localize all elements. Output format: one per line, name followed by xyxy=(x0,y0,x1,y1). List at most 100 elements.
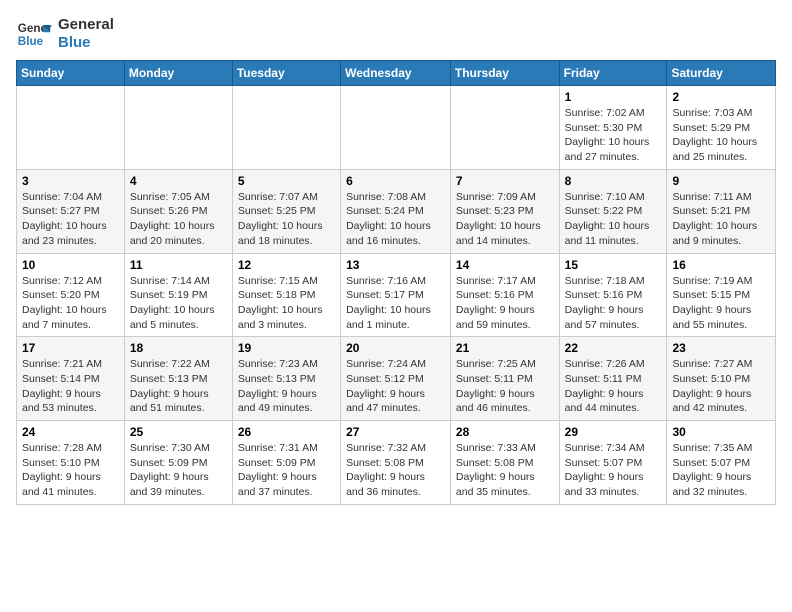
day-info: Sunrise: 7:08 AM Sunset: 5:24 PM Dayligh… xyxy=(346,190,445,249)
calendar-cell: 30 Sunrise: 7:35 AM Sunset: 5:07 PM Dayli… xyxy=(667,421,776,505)
day-info: Sunrise: 7:03 AM Sunset: 5:29 PM Dayligh… xyxy=(672,106,770,165)
day-number: 11 xyxy=(130,258,227,272)
logo-general-text: General xyxy=(58,16,114,34)
calendar-cell xyxy=(341,86,451,170)
calendar-cell: 9 Sunrise: 7:11 AM Sunset: 5:21 PM Daylig… xyxy=(667,169,776,253)
calendar-cell: 29 Sunrise: 7:34 AM Sunset: 5:07 PM Dayli… xyxy=(559,421,667,505)
day-number: 5 xyxy=(238,174,335,188)
day-number: 15 xyxy=(565,258,662,272)
weekday-header-thursday: Thursday xyxy=(450,61,559,86)
day-info: Sunrise: 7:16 AM Sunset: 5:17 PM Dayligh… xyxy=(346,274,445,333)
day-info: Sunrise: 7:35 AM Sunset: 5:07 PM Dayligh… xyxy=(672,441,770,500)
logo-blue-text: Blue xyxy=(58,34,114,52)
calendar-cell: 16 Sunrise: 7:19 AM Sunset: 5:15 PM Dayli… xyxy=(667,253,776,337)
calendar-cell: 28 Sunrise: 7:33 AM Sunset: 5:08 PM Dayli… xyxy=(450,421,559,505)
day-info: Sunrise: 7:33 AM Sunset: 5:08 PM Dayligh… xyxy=(456,441,554,500)
day-info: Sunrise: 7:24 AM Sunset: 5:12 PM Dayligh… xyxy=(346,357,445,416)
day-info: Sunrise: 7:27 AM Sunset: 5:10 PM Dayligh… xyxy=(672,357,770,416)
calendar-cell: 6 Sunrise: 7:08 AM Sunset: 5:24 PM Daylig… xyxy=(341,169,451,253)
day-info: Sunrise: 7:22 AM Sunset: 5:13 PM Dayligh… xyxy=(130,357,227,416)
day-number: 27 xyxy=(346,425,445,439)
day-number: 26 xyxy=(238,425,335,439)
calendar-cell: 8 Sunrise: 7:10 AM Sunset: 5:22 PM Daylig… xyxy=(559,169,667,253)
calendar-cell: 22Sunrise: 7:26 AM Sunset: 5:11 PM Dayli… xyxy=(559,337,667,421)
day-info: Sunrise: 7:23 AM Sunset: 5:13 PM Dayligh… xyxy=(238,357,335,416)
weekday-header-sunday: Sunday xyxy=(17,61,125,86)
calendar-cell: 3 Sunrise: 7:04 AM Sunset: 5:27 PM Daylig… xyxy=(17,169,125,253)
page-header: General Blue General Blue xyxy=(16,16,776,52)
calendar-cell: 17Sunrise: 7:21 AM Sunset: 5:14 PM Dayli… xyxy=(17,337,125,421)
calendar-cell: 23Sunrise: 7:27 AM Sunset: 5:10 PM Dayli… xyxy=(667,337,776,421)
day-info: Sunrise: 7:10 AM Sunset: 5:22 PM Dayligh… xyxy=(565,190,662,249)
day-number: 12 xyxy=(238,258,335,272)
day-info: Sunrise: 7:28 AM Sunset: 5:10 PM Dayligh… xyxy=(22,441,119,500)
calendar-week-row: 17Sunrise: 7:21 AM Sunset: 5:14 PM Dayli… xyxy=(17,337,776,421)
weekday-header-tuesday: Tuesday xyxy=(232,61,340,86)
day-number: 28 xyxy=(456,425,554,439)
day-number: 2 xyxy=(672,90,770,104)
day-info: Sunrise: 7:14 AM Sunset: 5:19 PM Dayligh… xyxy=(130,274,227,333)
day-info: Sunrise: 7:07 AM Sunset: 5:25 PM Dayligh… xyxy=(238,190,335,249)
calendar-cell: 5 Sunrise: 7:07 AM Sunset: 5:25 PM Daylig… xyxy=(232,169,340,253)
day-info: Sunrise: 7:34 AM Sunset: 5:07 PM Dayligh… xyxy=(565,441,662,500)
day-info: Sunrise: 7:04 AM Sunset: 5:27 PM Dayligh… xyxy=(22,190,119,249)
calendar-cell: 21 Sunrise: 7:25 AM Sunset: 5:11 PM Dayli… xyxy=(450,337,559,421)
day-number: 25 xyxy=(130,425,227,439)
svg-text:Blue: Blue xyxy=(18,35,44,48)
day-info: Sunrise: 7:17 AM Sunset: 5:16 PM Dayligh… xyxy=(456,274,554,333)
calendar-cell: 12 Sunrise: 7:15 AM Sunset: 5:18 PM Dayli… xyxy=(232,253,340,337)
calendar-week-row: 10 Sunrise: 7:12 AM Sunset: 5:20 PM Dayli… xyxy=(17,253,776,337)
day-info: Sunrise: 7:12 AM Sunset: 5:20 PM Dayligh… xyxy=(22,274,119,333)
day-number: 9 xyxy=(672,174,770,188)
day-info: Sunrise: 7:11 AM Sunset: 5:21 PM Dayligh… xyxy=(672,190,770,249)
day-info: Sunrise: 7:18 AM Sunset: 5:16 PM Dayligh… xyxy=(565,274,662,333)
day-number: 16 xyxy=(672,258,770,272)
day-number: 18 xyxy=(130,341,227,355)
day-number: 4 xyxy=(130,174,227,188)
calendar-cell: 14Sunrise: 7:17 AM Sunset: 5:16 PM Dayli… xyxy=(450,253,559,337)
day-info: Sunrise: 7:26 AM Sunset: 5:11 PM Dayligh… xyxy=(565,357,662,416)
day-number: 10 xyxy=(22,258,119,272)
calendar-cell: 13 Sunrise: 7:16 AM Sunset: 5:17 PM Dayli… xyxy=(341,253,451,337)
day-number: 3 xyxy=(22,174,119,188)
calendar-cell: 20 Sunrise: 7:24 AM Sunset: 5:12 PM Dayli… xyxy=(341,337,451,421)
day-number: 13 xyxy=(346,258,445,272)
weekday-header-wednesday: Wednesday xyxy=(341,61,451,86)
weekday-header-row: SundayMondayTuesdayWednesdayThursdayFrid… xyxy=(17,61,776,86)
calendar-cell: 25 Sunrise: 7:30 AM Sunset: 5:09 PM Dayli… xyxy=(124,421,232,505)
calendar-cell: 2 Sunrise: 7:03 AM Sunset: 5:29 PM Daylig… xyxy=(667,86,776,170)
day-number: 6 xyxy=(346,174,445,188)
day-info: Sunrise: 7:19 AM Sunset: 5:15 PM Dayligh… xyxy=(672,274,770,333)
day-number: 24 xyxy=(22,425,119,439)
day-number: 30 xyxy=(672,425,770,439)
logo: General Blue General Blue xyxy=(16,16,114,52)
day-number: 21 xyxy=(456,341,554,355)
weekday-header-saturday: Saturday xyxy=(667,61,776,86)
day-number: 20 xyxy=(346,341,445,355)
calendar-cell xyxy=(450,86,559,170)
calendar-cell: 18 Sunrise: 7:22 AM Sunset: 5:13 PM Dayli… xyxy=(124,337,232,421)
day-number: 1 xyxy=(565,90,662,104)
day-number: 19 xyxy=(238,341,335,355)
calendar-cell: 15 Sunrise: 7:18 AM Sunset: 5:16 PM Dayli… xyxy=(559,253,667,337)
calendar-week-row: 24 Sunrise: 7:28 AM Sunset: 5:10 PM Dayli… xyxy=(17,421,776,505)
day-number: 29 xyxy=(565,425,662,439)
weekday-header-friday: Friday xyxy=(559,61,667,86)
day-number: 8 xyxy=(565,174,662,188)
calendar-cell: 26 Sunrise: 7:31 AM Sunset: 5:09 PM Dayli… xyxy=(232,421,340,505)
day-number: 17 xyxy=(22,341,119,355)
day-info: Sunrise: 7:25 AM Sunset: 5:11 PM Dayligh… xyxy=(456,357,554,416)
day-info: Sunrise: 7:02 AM Sunset: 5:30 PM Dayligh… xyxy=(565,106,662,165)
calendar-cell xyxy=(232,86,340,170)
day-info: Sunrise: 7:15 AM Sunset: 5:18 PM Dayligh… xyxy=(238,274,335,333)
calendar-cell: 4Sunrise: 7:05 AM Sunset: 5:26 PM Daylig… xyxy=(124,169,232,253)
calendar-cell: 24 Sunrise: 7:28 AM Sunset: 5:10 PM Dayli… xyxy=(17,421,125,505)
calendar-cell xyxy=(124,86,232,170)
day-info: Sunrise: 7:31 AM Sunset: 5:09 PM Dayligh… xyxy=(238,441,335,500)
weekday-header-monday: Monday xyxy=(124,61,232,86)
calendar-week-row: 1 Sunrise: 7:02 AM Sunset: 5:30 PM Daylig… xyxy=(17,86,776,170)
day-info: Sunrise: 7:30 AM Sunset: 5:09 PM Dayligh… xyxy=(130,441,227,500)
calendar-cell: 1 Sunrise: 7:02 AM Sunset: 5:30 PM Daylig… xyxy=(559,86,667,170)
calendar-cell: 27Sunrise: 7:32 AM Sunset: 5:08 PM Dayli… xyxy=(341,421,451,505)
calendar-table: SundayMondayTuesdayWednesdayThursdayFrid… xyxy=(16,60,776,505)
